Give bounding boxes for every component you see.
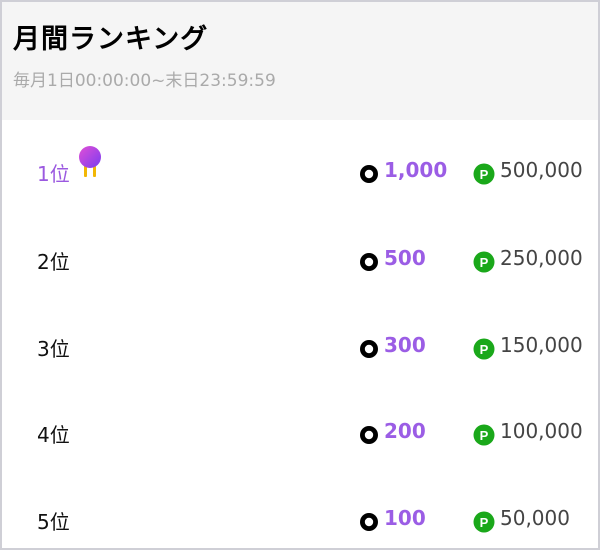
point-reward: 500,000 — [500, 158, 583, 182]
ranking-row-3: 3位 300 P 150,000 — [2, 306, 598, 392]
point-icon: P — [473, 511, 495, 533]
point-icon: P — [473, 338, 495, 360]
rank-label: 1位 — [37, 162, 70, 186]
ranking-row-4: 4位 200 P 100,000 — [2, 392, 598, 478]
ranking-header: 月間ランキング 毎月1日00:00:00~末日23:59:59 — [2, 2, 598, 120]
point-icon: P — [473, 251, 495, 273]
coin-reward: 200 — [384, 419, 426, 443]
coin-icon — [360, 513, 378, 531]
point-reward: 50,000 — [500, 506, 570, 530]
point-letter: P — [480, 167, 489, 182]
point-letter: P — [480, 428, 489, 443]
coin-icon — [360, 426, 378, 444]
point-reward: 100,000 — [500, 419, 583, 443]
ranking-period: 毎月1日00:00:00~末日23:59:59 — [13, 71, 276, 91]
point-letter: P — [480, 515, 489, 530]
coin-reward: 500 — [384, 246, 426, 270]
coin-icon — [360, 340, 378, 358]
point-icon: P — [473, 163, 495, 185]
coin-reward: 300 — [384, 333, 426, 357]
point-reward: 250,000 — [500, 246, 583, 270]
rank-label: 2位 — [37, 250, 70, 274]
point-reward: 150,000 — [500, 333, 583, 357]
point-letter: P — [480, 342, 489, 357]
ranking-row-1: 1位 1,000 P 500,000 — [2, 131, 598, 217]
coin-icon — [360, 253, 378, 271]
monthly-ranking-panel: 月間ランキング 毎月1日00:00:00~末日23:59:59 1位 1,000… — [0, 0, 600, 550]
ranking-row-5: 5位 100 P 50,000 — [2, 479, 598, 548]
ranking-row-2: 2位 500 P 250,000 — [2, 219, 598, 305]
rank-label: 5位 — [37, 510, 70, 534]
coin-reward: 100 — [384, 506, 426, 530]
page-title: 月間ランキング — [13, 24, 209, 55]
rank-label: 3位 — [37, 337, 70, 361]
medal-icon — [79, 146, 101, 177]
coin-reward: 1,000 — [384, 158, 448, 182]
point-icon: P — [473, 424, 495, 446]
point-letter: P — [480, 255, 489, 270]
rank-label: 4位 — [37, 423, 70, 447]
coin-icon — [360, 165, 378, 183]
